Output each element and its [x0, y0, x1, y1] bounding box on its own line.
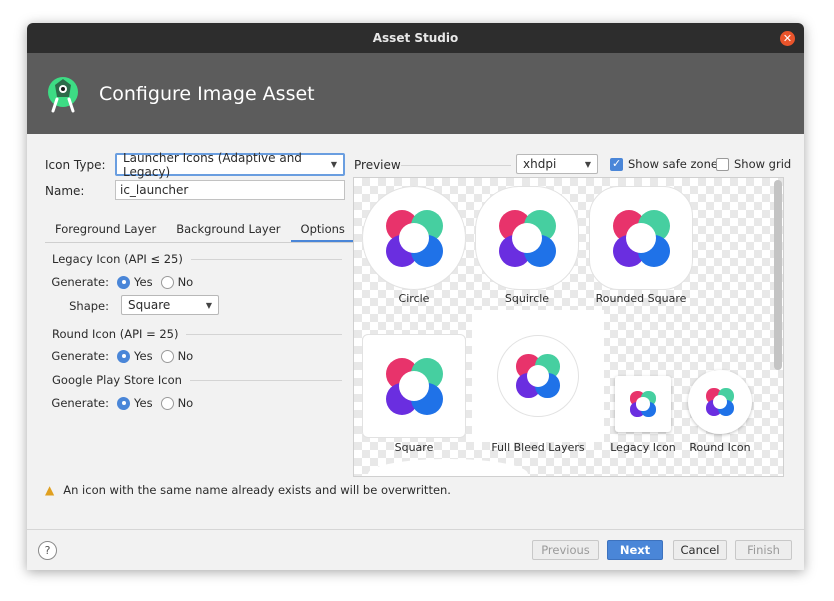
- logo-center: [399, 371, 429, 401]
- icon-type-dropdown[interactable]: Launcher Icons (Adaptive and Legacy) ▼: [115, 150, 345, 179]
- density-dropdown[interactable]: xhdpi ▼: [516, 154, 598, 174]
- play-generate-row: Generate: Yes No: [49, 396, 201, 410]
- name-label: Name:: [45, 184, 85, 198]
- shape-dropdown[interactable]: Square ▼: [121, 295, 219, 315]
- legacy-generate-yes[interactable]: Yes: [117, 275, 153, 289]
- previous-button[interactable]: Previous: [532, 540, 599, 560]
- no-label: No: [177, 275, 194, 289]
- round-generate-no[interactable]: No: [160, 349, 194, 363]
- show-grid-checkbox[interactable]: [716, 157, 729, 171]
- play-generate-label: Generate:: [51, 396, 109, 410]
- play-generate-no[interactable]: No: [160, 396, 194, 410]
- tab-background-layer[interactable]: Background Layer: [166, 217, 290, 242]
- logo-center: [636, 397, 650, 411]
- warning-icon: ▲: [45, 483, 55, 497]
- logo-center: [512, 223, 542, 253]
- radio-unselected[interactable]: [160, 396, 174, 410]
- round-section-title: Round Icon (API = 25): [52, 327, 179, 341]
- round-generate-yes[interactable]: Yes: [117, 349, 153, 363]
- density-value: xhdpi: [523, 157, 557, 171]
- preview-label: Preview: [354, 158, 401, 172]
- yes-label: Yes: [134, 349, 153, 363]
- yes-label: Yes: [134, 396, 153, 410]
- play-store-section: Google Play Store Icon: [52, 373, 342, 387]
- no-label: No: [177, 349, 194, 363]
- finish-button[interactable]: Finish: [735, 540, 792, 560]
- chevron-down-icon: ▼: [205, 300, 212, 310]
- next-row-preview: [368, 459, 528, 476]
- section-divider: [186, 333, 342, 335]
- legacy-icon-section: Legacy Icon (API ≤ 25): [52, 252, 342, 266]
- no-label: No: [177, 396, 194, 410]
- dialog-content: Icon Type: Launcher Icons (Adaptive and …: [27, 134, 804, 570]
- round-generate-row: Generate: Yes No: [49, 349, 201, 363]
- play-generate-yes[interactable]: Yes: [117, 396, 153, 410]
- rounded-square-caption: Rounded Square: [595, 292, 687, 305]
- icon-type-value: Launcher Icons (Adaptive and Legacy): [123, 150, 302, 179]
- play-section-title: Google Play Store Icon: [52, 373, 182, 387]
- section-divider: [190, 258, 342, 260]
- shape-label: Shape:: [69, 299, 109, 313]
- radio-unselected[interactable]: [160, 349, 174, 363]
- legacy-generate-label: Generate:: [51, 275, 109, 289]
- yes-label: Yes: [134, 275, 153, 289]
- round-icon-section: Round Icon (API = 25): [52, 327, 342, 341]
- asset-studio-window: Asset Studio ✕ Configure Image Asset Ico…: [27, 23, 804, 570]
- show-safe-zone-checkbox[interactable]: [610, 157, 623, 171]
- dialog-footer: ? Previous Next Cancel Finish: [27, 529, 804, 570]
- close-icon[interactable]: ✕: [780, 31, 795, 46]
- legacy-generate-no[interactable]: No: [160, 275, 194, 289]
- legacy-section-title: Legacy Icon (API ≤ 25): [52, 252, 183, 266]
- tab-foreground-layer[interactable]: Foreground Layer: [45, 217, 166, 242]
- radio-unselected[interactable]: [160, 275, 174, 289]
- tab-options[interactable]: Options: [290, 217, 355, 242]
- name-input[interactable]: ic_launcher: [115, 180, 345, 200]
- next-button[interactable]: Next: [607, 540, 663, 560]
- squircle-caption: Squircle: [504, 292, 550, 305]
- window-title: Asset Studio: [372, 31, 459, 45]
- chevron-down-icon: ▼: [330, 160, 337, 169]
- icon-type-label: Icon Type:: [45, 158, 106, 172]
- overwrite-warning: ▲ An icon with the same name already exi…: [45, 483, 451, 497]
- show-grid-label: Show grid: [734, 157, 792, 171]
- preview-divider: [401, 165, 511, 166]
- section-divider: [189, 379, 342, 381]
- warning-text: An icon with the same name already exist…: [63, 483, 451, 497]
- square-caption: Square: [394, 441, 434, 454]
- name-value: ic_launcher: [120, 183, 189, 197]
- cancel-button[interactable]: Cancel: [673, 540, 727, 560]
- logo-center: [626, 223, 656, 253]
- legacy-generate-row: Generate: Yes No: [49, 275, 201, 289]
- full-bleed-caption: Full Bleed Layers: [491, 441, 585, 454]
- show-safe-zone-label: Show safe zone: [628, 157, 718, 171]
- show-grid-toggle[interactable]: Show grid: [716, 157, 791, 171]
- android-studio-icon: [48, 76, 78, 112]
- header-banner: Configure Image Asset: [27, 53, 804, 134]
- legacy-caption: Legacy Icon: [610, 441, 676, 454]
- chevron-down-icon: ▼: [584, 159, 591, 169]
- page-title: Configure Image Asset: [99, 82, 315, 105]
- title-bar: Asset Studio ✕: [27, 23, 804, 53]
- preview-canvas: Circle Squircle Rounded Square Square Fu…: [353, 177, 784, 477]
- radio-selected[interactable]: [117, 275, 130, 289]
- round-caption: Round Icon: [689, 441, 751, 454]
- round-generate-label: Generate:: [51, 349, 109, 363]
- radio-selected[interactable]: [117, 349, 130, 363]
- radio-selected[interactable]: [117, 396, 130, 410]
- help-icon[interactable]: ?: [38, 541, 57, 560]
- show-safe-zone-toggle[interactable]: Show safe zone: [610, 157, 718, 171]
- circle-caption: Circle: [398, 292, 430, 305]
- legacy-shape-row: Shape:: [49, 299, 117, 313]
- shape-value: Square: [128, 298, 171, 312]
- layer-tabs: Foreground Layer Background Layer Option…: [45, 217, 363, 243]
- preview-scrollbar[interactable]: [774, 180, 782, 370]
- logo-center: [399, 223, 429, 253]
